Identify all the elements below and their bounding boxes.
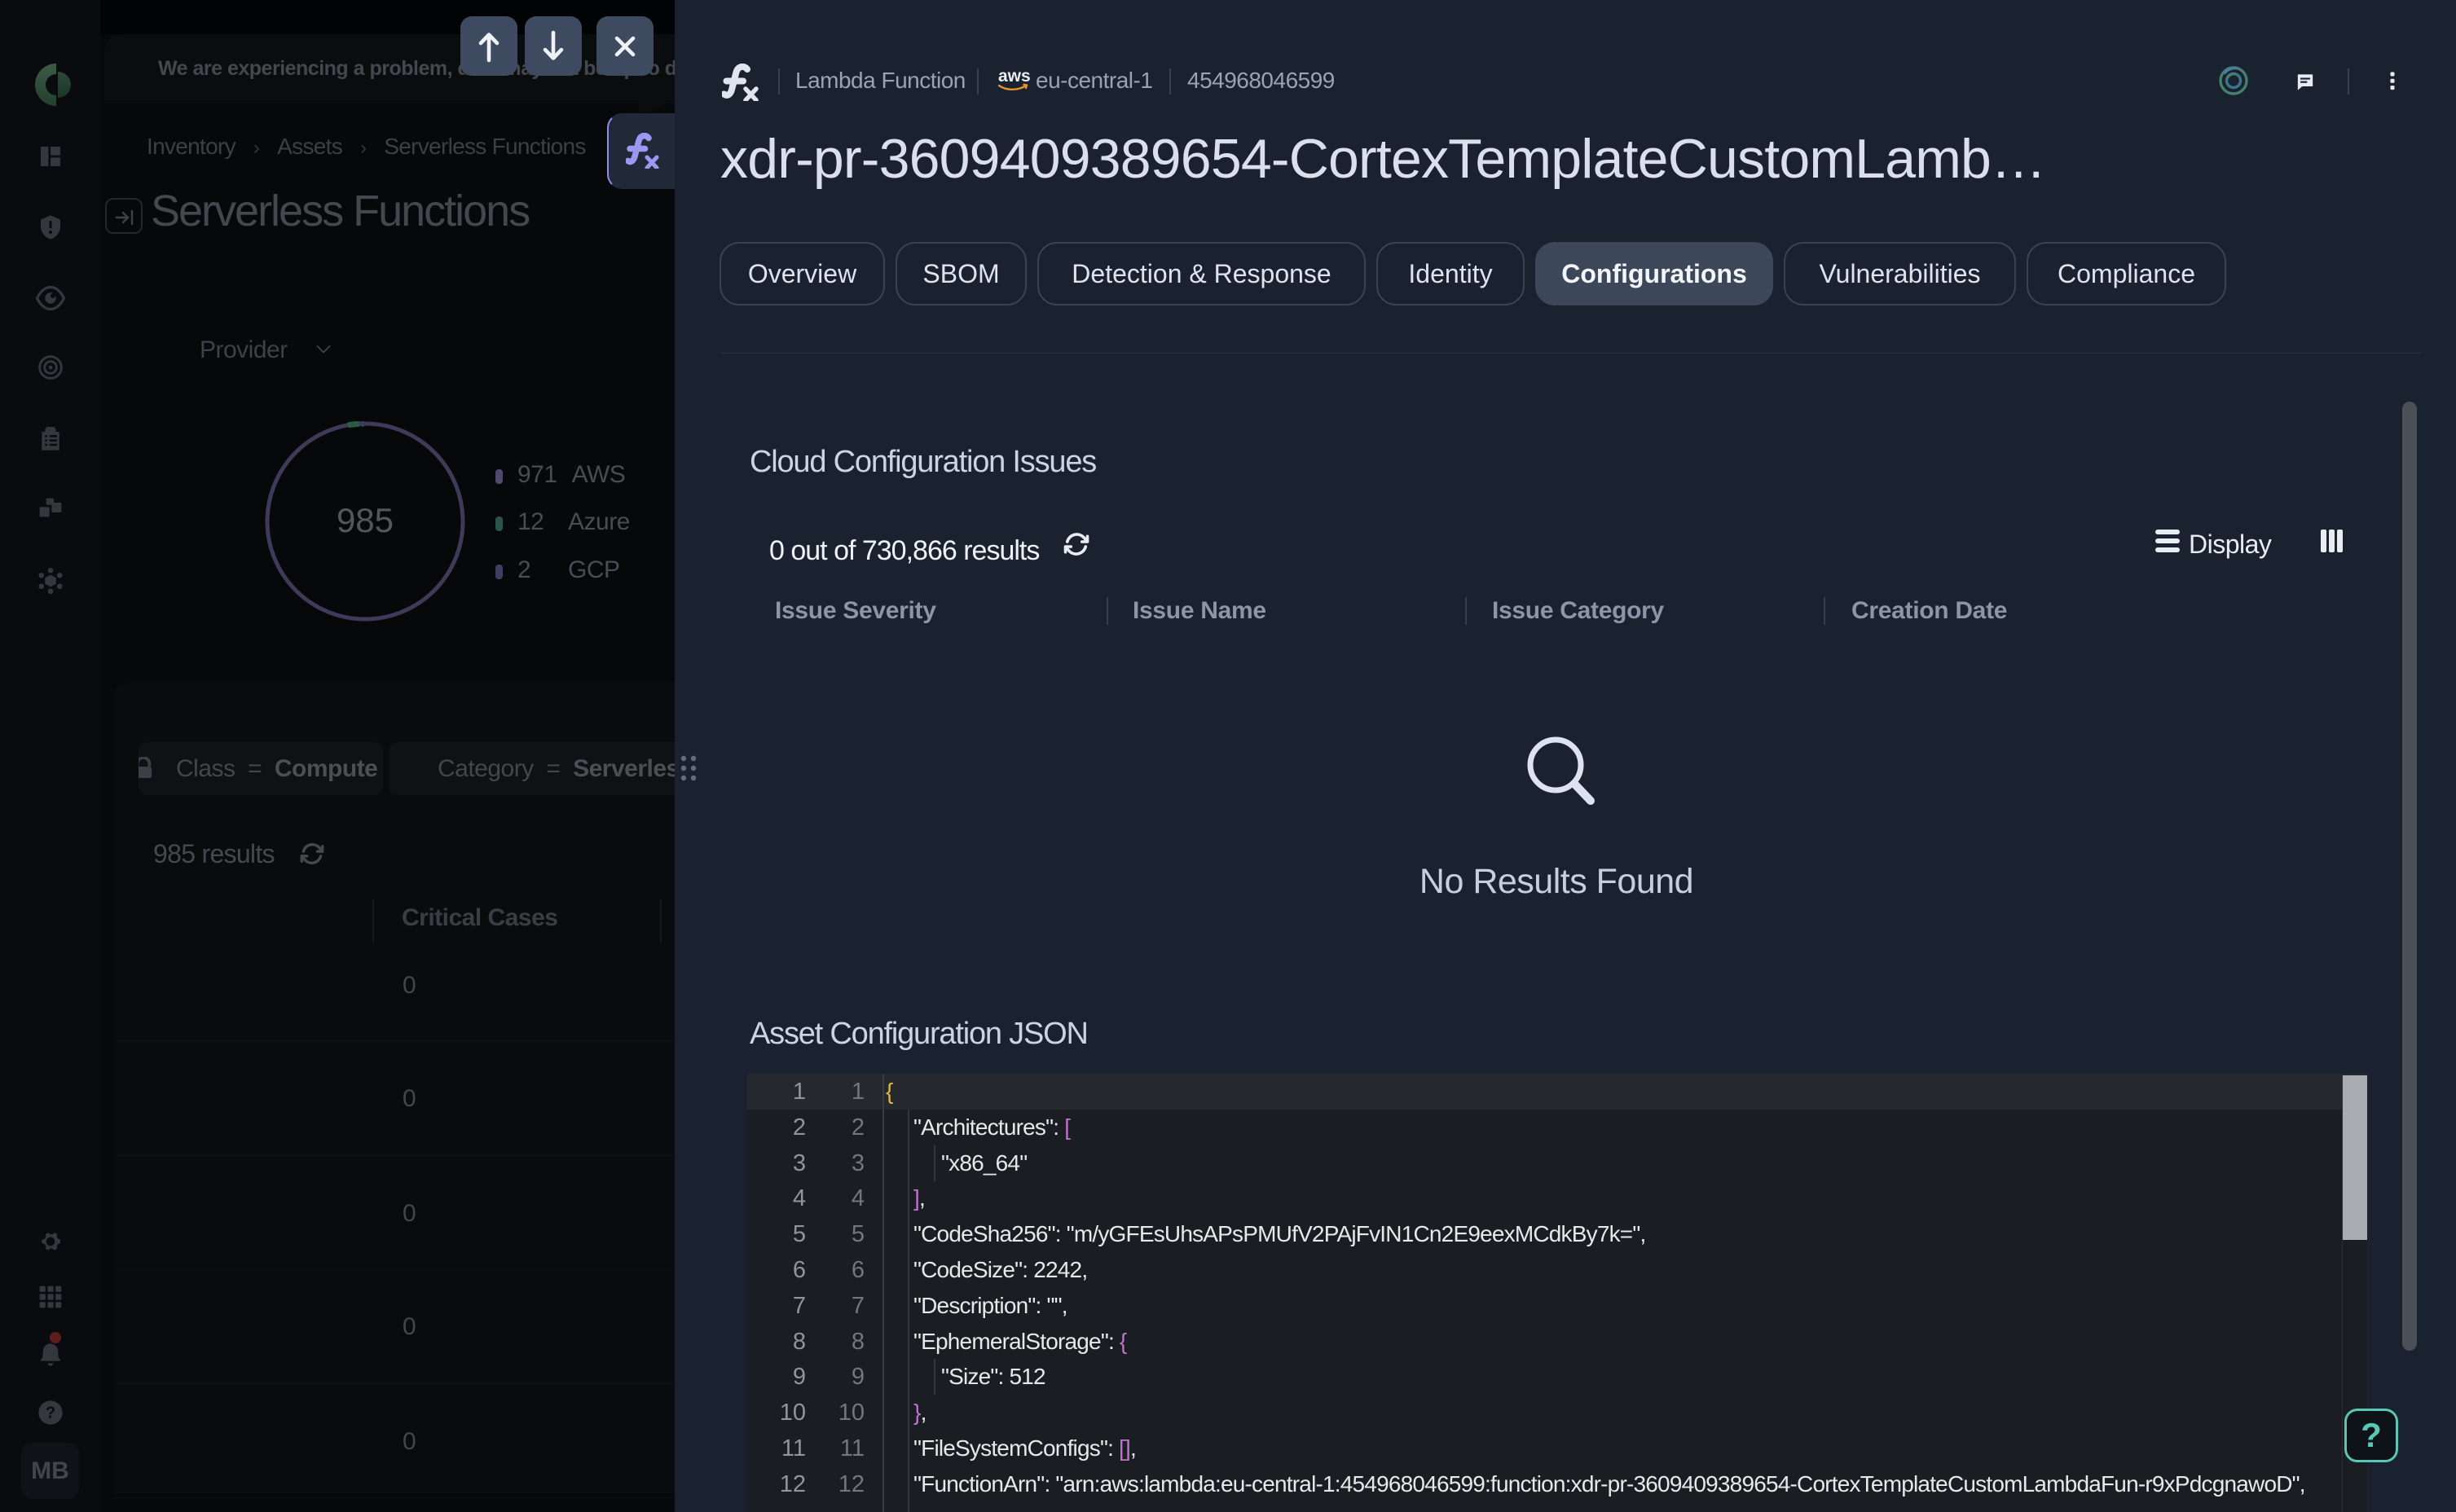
svg-text:aws: aws: [998, 67, 1030, 86]
svg-text:?: ?: [46, 1404, 55, 1422]
